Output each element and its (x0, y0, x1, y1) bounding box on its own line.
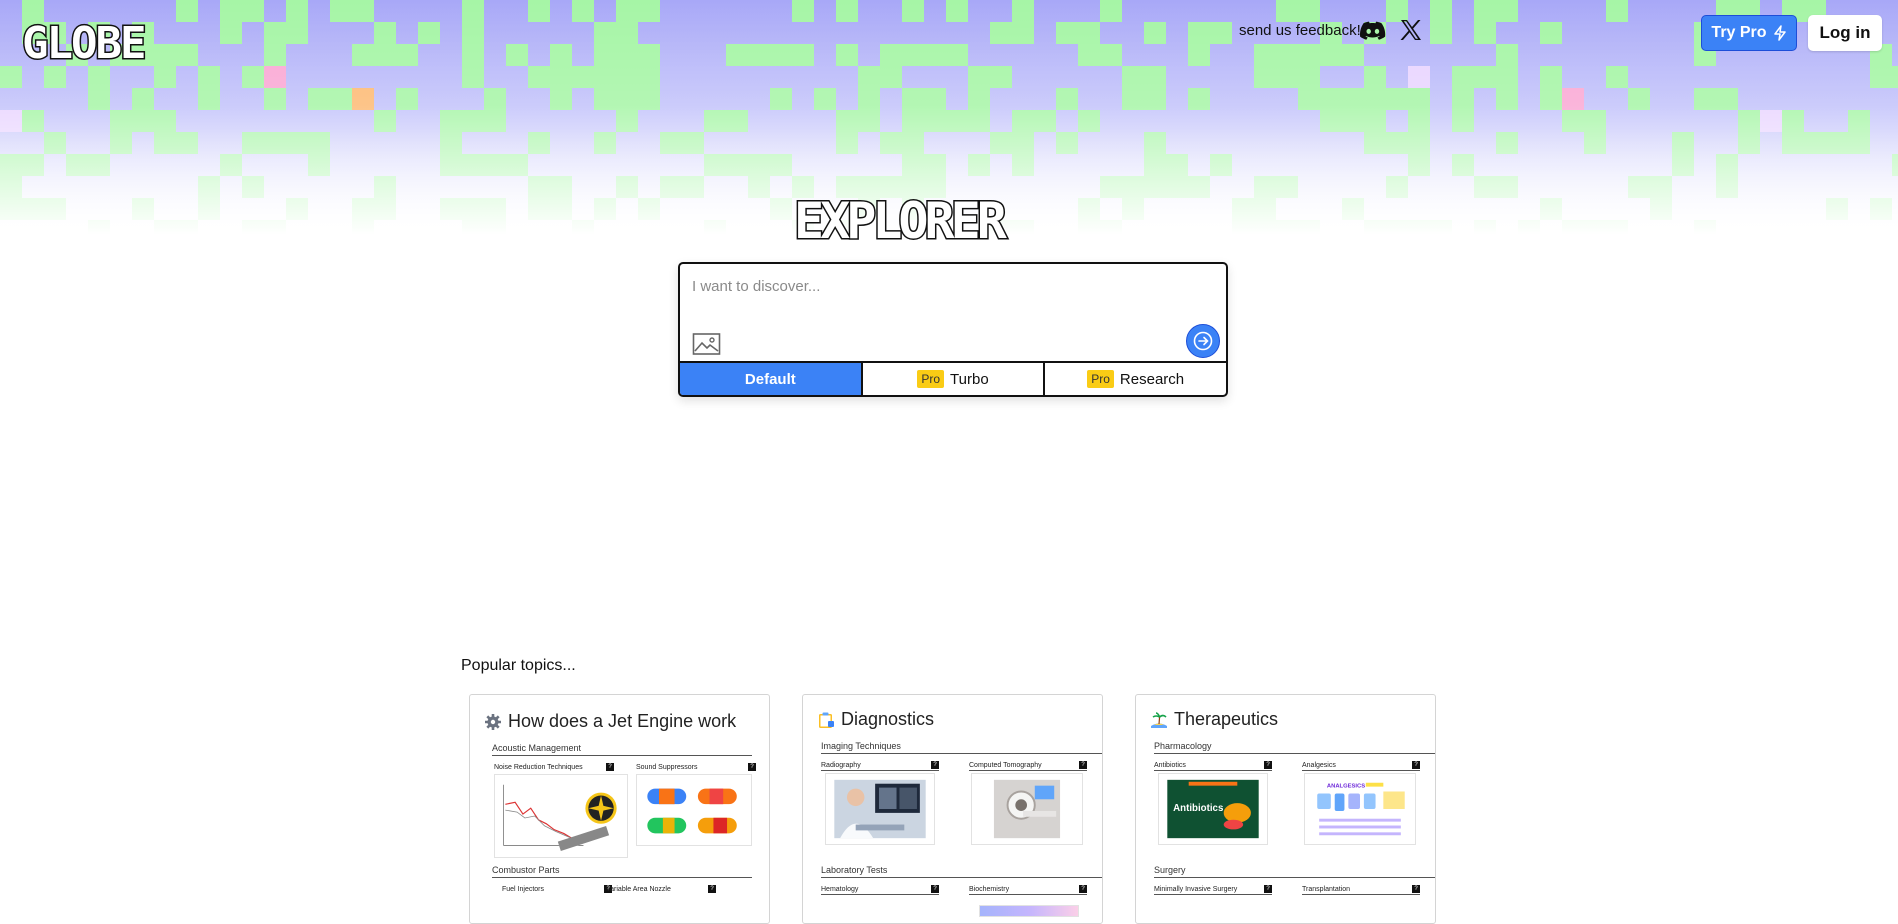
help-icon: ? (708, 885, 716, 893)
subtopic[interactable]: Computed Tomography? (969, 761, 1087, 771)
antibiotics-image: Antibiotics (1158, 773, 1268, 845)
card-section: Surgery (1154, 865, 1435, 878)
mode-turbo-label: Turbo (950, 370, 989, 388)
island-icon (1151, 711, 1167, 728)
globe-logo[interactable]: GLOBE (20, 22, 185, 66)
topic-card-jet-engine[interactable]: How does a Jet Engine work Acoustic Mana… (469, 694, 770, 924)
mode-research[interactable]: Pro Research (1043, 363, 1226, 395)
subtopic[interactable]: Biochemistry? (969, 885, 1087, 895)
section-label: Laboratory Tests (821, 865, 888, 875)
subtopic-label: Antibiotics (1154, 761, 1186, 769)
help-icon: ? (931, 885, 939, 893)
clipboard-icon (819, 712, 834, 728)
help-icon: ? (1264, 885, 1272, 893)
section-label: Imaging Techniques (821, 741, 901, 751)
subtopic[interactable]: Transplantation? (1302, 885, 1420, 895)
help-icon: ? (1264, 761, 1272, 769)
subtopic[interactable]: Hematology? (821, 885, 939, 895)
login-button[interactable]: Log in (1808, 15, 1882, 51)
help-icon: ? (1412, 885, 1420, 893)
top-bar: GLOBE send us feedback! Try Pro Log in (0, 0, 1898, 70)
x-twitter-icon[interactable] (1400, 19, 1422, 41)
feedback-text: send us feedback! (1239, 22, 1361, 39)
card-section: Imaging Techniques (821, 741, 1102, 754)
subtopic-label: Sound Suppressors (636, 763, 698, 771)
mode-selector: Default Pro Turbo Pro Research (680, 361, 1226, 395)
topic-card-diagnostics[interactable]: Diagnostics Imaging Techniques Radiograp… (802, 694, 1103, 924)
lightning-icon (1773, 25, 1786, 41)
section-label: Acoustic Management (492, 743, 582, 753)
svg-text:Antibiotics: Antibiotics (1173, 803, 1223, 814)
card-section: Combustor Parts (492, 865, 752, 878)
computed-tomography-photo (971, 773, 1083, 845)
discord-icon[interactable] (1360, 19, 1386, 43)
card-title: How does a Jet Engine work (484, 711, 736, 732)
help-icon: ? (931, 761, 939, 769)
subtopic-label: Hematology (821, 885, 859, 893)
card-title-text: Diagnostics (841, 709, 935, 729)
arrow-right-icon (1193, 331, 1213, 351)
card-title: Diagnostics (817, 709, 934, 730)
subtopic-label: Transplantation (1302, 885, 1350, 893)
try-pro-button[interactable]: Try Pro (1701, 15, 1797, 51)
subtopic[interactable]: Variable Area Nozzle? (606, 885, 716, 893)
subtopic-label: Minimally Invasive Surgery (1154, 885, 1238, 893)
card-title: Therapeutics (1150, 709, 1278, 730)
mode-turbo[interactable]: Pro Turbo (860, 363, 1044, 395)
topic-card-therapeutics[interactable]: Therapeutics Pharmacology Antibiotics? A… (1135, 694, 1436, 924)
help-icon: ? (1079, 761, 1087, 769)
subtopic[interactable]: Antibiotics? (1154, 761, 1272, 771)
page-title: EXPLORER (794, 195, 1013, 247)
card-section: Acoustic Management (492, 743, 752, 756)
mode-research-label: Research (1119, 370, 1185, 388)
subtopic-label: Variable Area Nozzle (606, 885, 671, 893)
biochemistry-photo (979, 905, 1079, 917)
subtopic[interactable]: Minimally Invasive Surgery? (1154, 885, 1272, 895)
subtopic-label: Computed Tomography (969, 761, 1042, 769)
svg-text:ANALGESICS: ANALGESICS (1327, 784, 1365, 790)
section-label: Combustor Parts (492, 865, 560, 875)
svg-text:GLOBE: GLOBE (22, 22, 144, 66)
svg-text:EXPLORER: EXPLORER (794, 195, 1008, 247)
card-section: Laboratory Tests (821, 865, 1102, 878)
mode-default-label: Default (744, 370, 796, 388)
search-input[interactable] (692, 278, 1192, 295)
help-icon: ? (1412, 761, 1420, 769)
pro-badge: Pro (1087, 370, 1114, 388)
subtopic[interactable]: Analgesics? (1302, 761, 1420, 771)
help-icon: ? (1079, 885, 1087, 893)
sound-suppressors-image (636, 774, 752, 846)
noise-reduction-chart-image (494, 774, 628, 858)
subtopic[interactable]: Fuel Injectors? (502, 885, 612, 893)
card-title-text: Therapeutics (1174, 709, 1279, 729)
subtopic[interactable]: Noise Reduction Techniques? (494, 763, 614, 771)
section-label: Surgery (1154, 865, 1186, 875)
radiography-photo (825, 773, 935, 845)
submit-button[interactable] (1186, 324, 1220, 358)
search-box: Default Pro Turbo Pro Research (678, 262, 1228, 397)
popular-topics-heading: Popular topics... (461, 657, 576, 674)
mode-default[interactable]: Default (680, 363, 861, 395)
card-section: Pharmacology (1154, 741, 1435, 754)
subtopic-label: Analgesics (1302, 761, 1336, 769)
try-pro-label: Try Pro (1711, 24, 1767, 41)
card-title-text: How does a Jet Engine work (508, 711, 737, 731)
subtopic[interactable]: Radiography? (821, 761, 939, 771)
image-upload-icon[interactable] (692, 332, 722, 356)
subtopic-label: Radiography (821, 761, 861, 769)
subtopic-label: Noise Reduction Techniques (494, 763, 583, 771)
help-icon: ? (606, 763, 614, 771)
gear-icon (485, 713, 501, 730)
subtopic[interactable]: Sound Suppressors? (636, 763, 756, 771)
subtopic-label: Biochemistry (969, 885, 1010, 893)
pro-badge: Pro (917, 370, 945, 388)
subtopic-label: Fuel Injectors (502, 885, 545, 893)
analgesics-image: ANALGESICS (1304, 773, 1416, 845)
help-icon: ? (748, 763, 756, 771)
section-label: Pharmacology (1154, 741, 1212, 751)
